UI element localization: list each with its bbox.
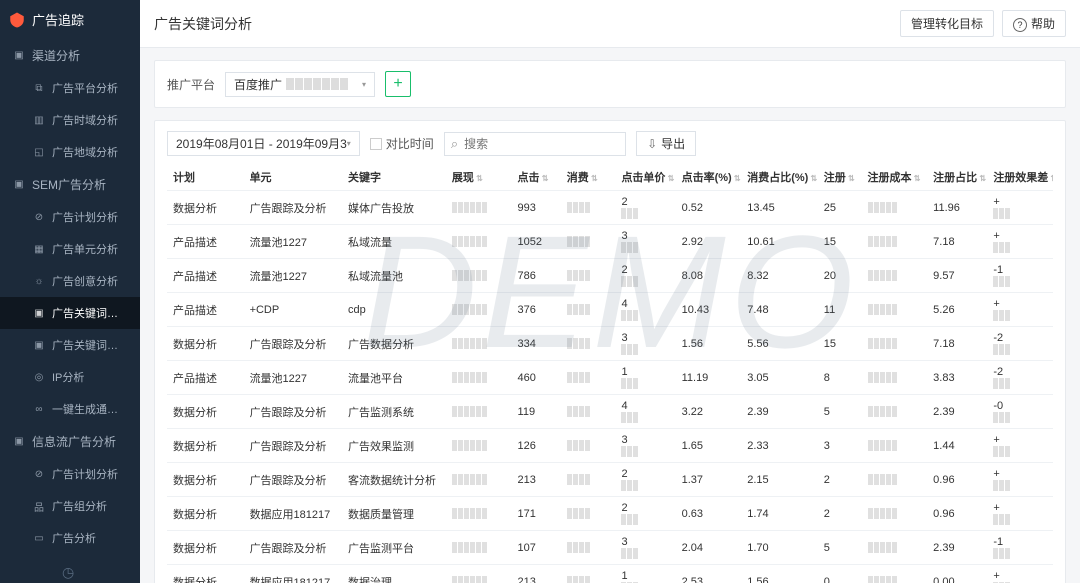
column-header-reg_eff[interactable]: 注册效果差 [987,164,1053,191]
table-row: 数据分析广告跟踪及分析广告数据分析33431.565.56157.18-2 [167,327,1053,361]
table-row: 数据分析数据应用181217数据质量管理17120.631.7420.96+ [167,497,1053,531]
table-toolbar: 2019年08月01日 - 2019年09月3 对比时间 导出 [155,121,1065,156]
help-button[interactable]: 帮助 [1002,10,1066,37]
check-icon: ⊘ [32,469,46,480]
sidebar-group[interactable]: ▣SEM广告分析 [0,168,140,201]
column-header-ctr[interactable]: 点击率(%) [676,164,742,191]
table-row: 产品描述+CDPcdp376410.437.48115.26+ [167,293,1053,327]
table-row: 数据分析广告跟踪及分析客流数据统计分析21321.372.1520.96+ [167,463,1053,497]
key-icon: ▣ [32,340,46,351]
sidebar-item[interactable]: 品广告组分析 [0,490,140,522]
sidebar-item[interactable]: ☼广告创意分析 [0,265,140,297]
table-row: 数据分析广告跟踪及分析广告监测平台10732.041.7052.39-1 [167,531,1053,565]
column-header-show[interactable]: 展现 [446,164,512,191]
blurred-text [286,78,348,90]
date-range-picker[interactable]: 2019年08月01日 - 2019年09月3 [167,131,360,156]
app-brand: 广告追踪 [0,0,140,39]
topbar: 广告关键词分析 管理转化目标 帮助 [140,0,1080,48]
table-row: 数据分析广告跟踪及分析广告监测系统11943.222.3952.39-0 [167,395,1053,429]
sidebar-item[interactable]: ⧉广告平台分析 [0,72,140,104]
table-row: 数据分析广告跟踪及分析媒体广告投放99320.5213.452511.96+ [167,191,1053,225]
column-header-spend_pct[interactable]: 消费占比(%) [741,164,818,191]
checkbox-icon [370,138,382,150]
platform-filter-card: 推广平台 百度推广 ▾ + [154,60,1066,108]
idea-icon: ☼ [32,276,46,287]
column-header-reg_cost[interactable]: 注册成本 [862,164,928,191]
link-icon: ∞ [32,404,46,415]
data-card: 2019年08月01日 - 2019年09月3 对比时间 导出 [154,120,1066,583]
table-row: 产品描述流量池1227私域流量池78628.088.32209.57-1 [167,259,1053,293]
search-input-wrapper[interactable] [444,132,626,156]
platform-value: 百度推广 [234,76,282,93]
grid-icon: ▦ [32,244,46,255]
sidebar-item[interactable]: ◱广告地域分析 [0,136,140,168]
app-name: 广告追踪 [32,10,84,29]
column-header-keyword[interactable]: 关键字 [342,164,446,191]
column-header-plan[interactable]: 计划 [167,164,244,191]
export-button[interactable]: 导出 [636,131,696,156]
logo-icon [8,11,26,29]
platform-label: 推广平台 [167,76,215,93]
sidebar-item[interactable]: ▣广告关键词… [0,329,140,361]
sidebar-item[interactable]: ▭广告分析 [0,522,140,554]
geo-icon: ◱ [32,147,46,158]
manage-goals-button[interactable]: 管理转化目标 [900,10,994,37]
column-header-unit[interactable]: 单元 [244,164,342,191]
folder-icon: ▣ [12,50,26,61]
column-header-reg_pct[interactable]: 注册占比 [927,164,987,191]
sidebar-item[interactable]: ▣广告关键词… [0,297,140,329]
column-header-cpc[interactable]: 点击单价 [615,164,675,191]
folder-icon: ▣ [12,179,26,190]
sidebar-item[interactable]: ▦广告单元分析 [0,233,140,265]
sidebar-item[interactable]: ⊘广告计划分析 [0,458,140,490]
ip-icon: ◎ [32,372,46,383]
table-row: 产品描述流量池1227流量池平台460111.193.0583.83-2 [167,361,1053,395]
screen-icon: ▭ [32,533,46,544]
compare-time-checkbox[interactable]: 对比时间 [370,135,434,152]
sidebar: 广告追踪 ▣渠道分析⧉广告平台分析▥广告时域分析◱广告地域分析▣SEM广告分析⊘… [0,0,140,583]
dashboard-icon: ⧉ [32,83,46,94]
sidebar-item[interactable]: ∞一键生成通… [0,393,140,425]
platform-select[interactable]: 百度推广 ▾ [225,72,375,97]
page-title: 广告关键词分析 [154,14,252,34]
group-icon: 品 [32,499,46,514]
sidebar-group[interactable]: ▣渠道分析 [0,39,140,72]
column-header-reg[interactable]: 注册 [818,164,862,191]
check-icon: ⊘ [32,212,46,223]
search-input[interactable] [464,137,619,151]
table-row: 数据分析数据应用181217数据治理21312.531.5600.00+ [167,565,1053,583]
key-icon: ▣ [32,308,46,319]
column-header-spend[interactable]: 消费 [561,164,616,191]
sidebar-item[interactable]: ◎IP分析 [0,361,140,393]
sidebar-item[interactable]: ⊘广告计划分析 [0,201,140,233]
column-header-click[interactable]: 点击 [512,164,561,191]
sidebar-item[interactable]: ▥广告时域分析 [0,104,140,136]
sidebar-group[interactable]: ▣信息流广告分析 [0,425,140,458]
folder-icon: ▣ [12,436,26,447]
table-row: 数据分析广告跟踪及分析广告效果监测12631.652.3331.44+ [167,429,1053,463]
chart-icon: ▥ [32,115,46,126]
table-row: 产品描述流量池1227私域流量105232.9210.61157.18+ [167,225,1053,259]
keyword-table: 计划单元关键字展现点击消费点击单价点击率(%)消费占比(%)注册注册成本注册占比… [167,164,1053,583]
add-platform-button[interactable]: + [385,71,411,97]
stats-icon[interactable]: ◷ [62,564,78,580]
chevron-down-icon: ▾ [362,80,366,89]
